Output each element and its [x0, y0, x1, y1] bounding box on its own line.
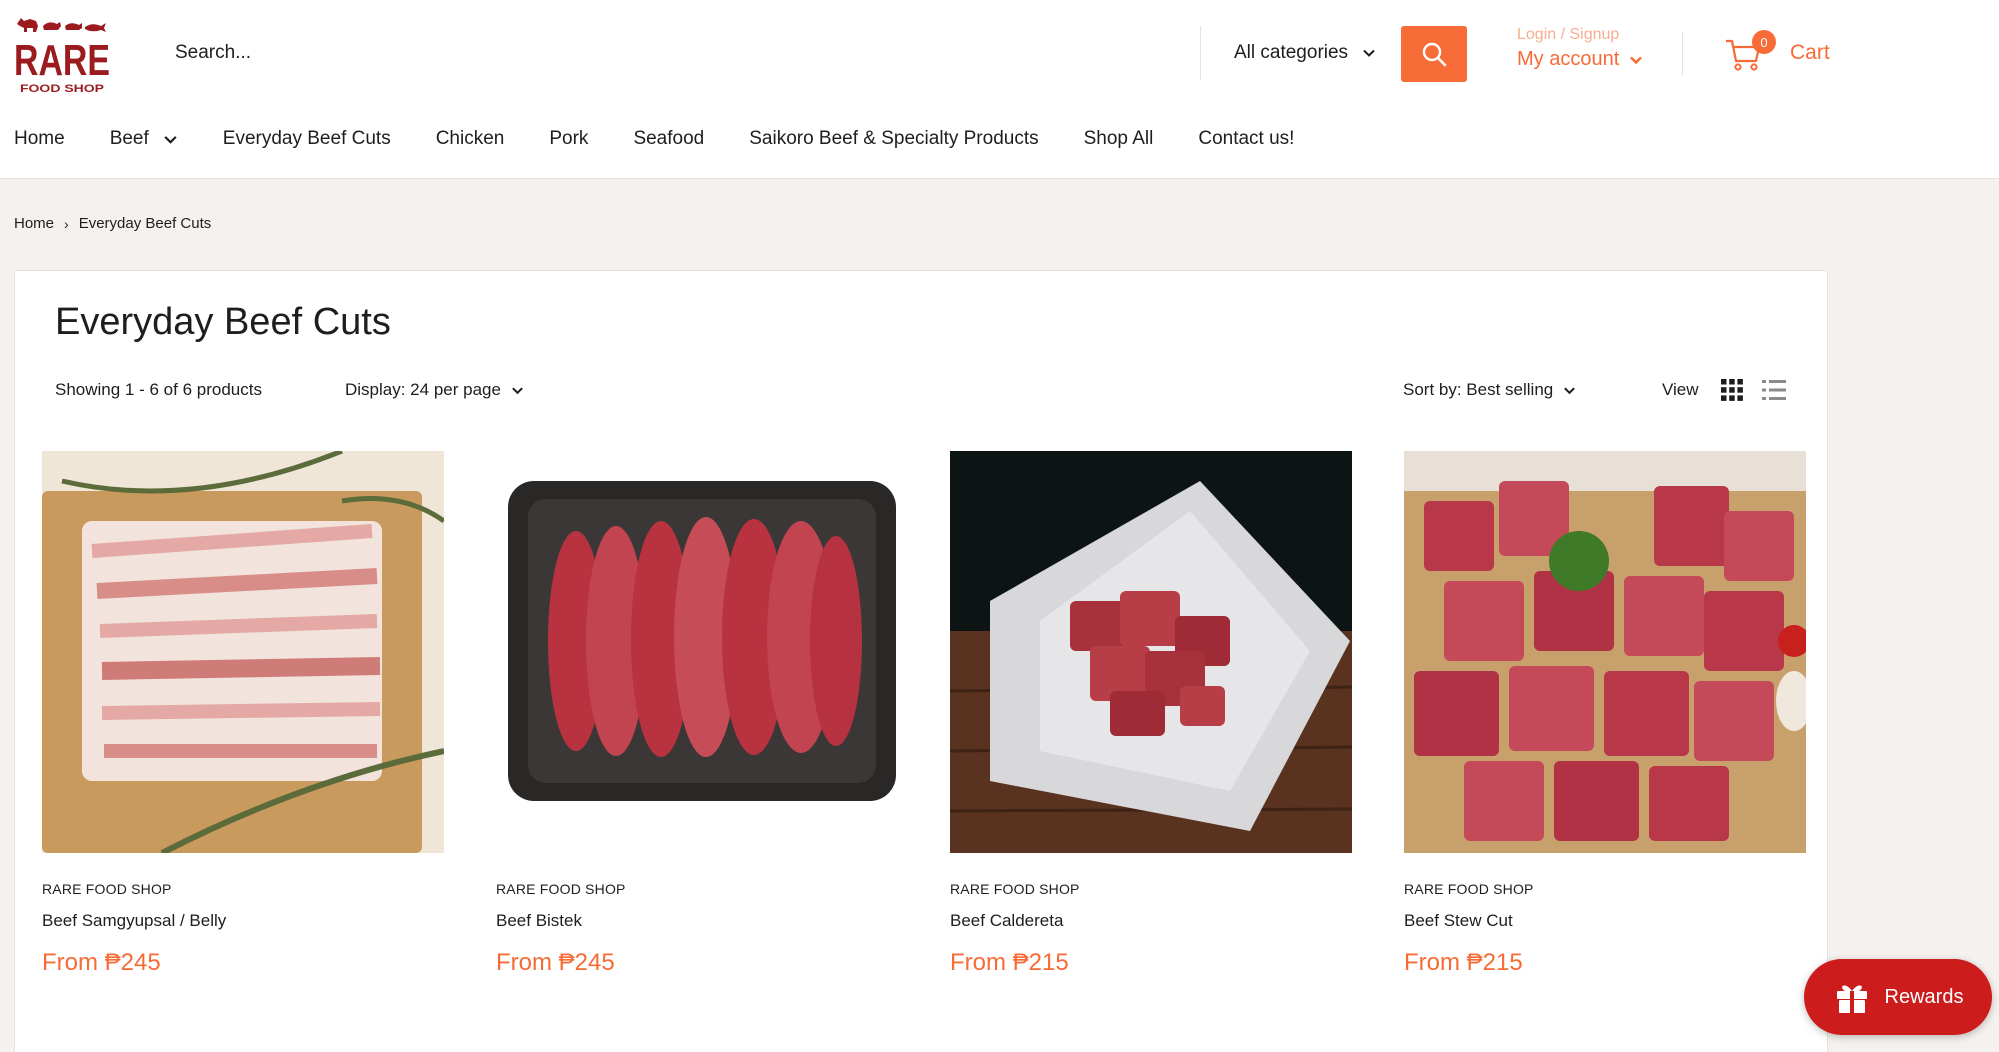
nav-item-seafood[interactable]: Seafood	[633, 128, 704, 150]
display-per-page-select[interactable]: Display: 24 per page	[345, 380, 524, 400]
product-name[interactable]: Beef Samgyupsal / Belly	[42, 911, 444, 931]
account-menu[interactable]: Login / Signup My account	[1517, 26, 1677, 82]
account-divider	[1682, 32, 1683, 76]
collection-toolbar: Showing 1 - 6 of 6 products Display: 24 …	[55, 377, 1795, 405]
breadcrumb: Home › Everyday Beef Cuts	[14, 215, 211, 232]
chevron-down-icon	[164, 135, 177, 144]
logo-brand-text: RARE	[14, 36, 110, 85]
product-card[interactable]: RARE FOOD SHOP Beef Samgyupsal / Belly F…	[42, 451, 444, 977]
chevron-down-icon	[1630, 56, 1643, 64]
gift-icon	[1836, 985, 1867, 1013]
search-divider	[1200, 26, 1201, 80]
category-select-label: All categories	[1234, 42, 1349, 63]
chevron-down-icon	[512, 386, 523, 394]
product-card[interactable]: RARE FOOD SHOP Beef Caldereta From ₱215	[950, 451, 1352, 977]
product-grid: RARE FOOD SHOP Beef Samgyupsal / Belly F…	[42, 451, 1806, 1011]
nav-item-beef-label: Beef	[109, 128, 149, 149]
product-count-text: Showing 1 - 6 of 6 products	[55, 380, 262, 399]
product-image-beef-samgyupsal[interactable]	[42, 451, 444, 853]
view-label: View	[1662, 380, 1699, 399]
page-title: Everyday Beef Cuts	[55, 301, 391, 343]
nav-item-saikoro-beef[interactable]: Saikoro Beef & Specialty Products	[749, 128, 1038, 150]
product-price: From ₱245	[496, 949, 615, 976]
main-nav: Home Beef Everyday Beef Cuts Chicken Por…	[14, 124, 1339, 154]
nav-item-contact-us[interactable]: Contact us!	[1198, 128, 1294, 150]
product-price: From ₱215	[950, 949, 1069, 976]
chevron-down-icon	[1564, 386, 1576, 394]
product-price: From ₱245	[42, 949, 161, 976]
cart-link[interactable]: 0 Cart	[1724, 30, 1844, 76]
nav-item-everyday-beef-cuts[interactable]: Everyday Beef Cuts	[223, 128, 391, 150]
nav-item-shop-all[interactable]: Shop All	[1084, 128, 1154, 150]
product-vendor: RARE FOOD SHOP	[1404, 881, 1534, 897]
product-vendor: RARE FOOD SHOP	[950, 881, 1080, 897]
nav-item-pork[interactable]: Pork	[549, 128, 588, 150]
site-header: RARE FOOD SHOP All categories Login / Si…	[0, 0, 1999, 179]
sort-by-label: Sort by: Best selling	[1403, 380, 1554, 399]
logo-sub-text: FOOD SHOP	[20, 83, 104, 94]
login-signup-link[interactable]: Login / Signup	[1517, 26, 1677, 44]
my-account-label: My account	[1517, 48, 1620, 70]
breadcrumb-separator: ›	[64, 215, 69, 232]
display-per-page-label: Display: 24 per page	[345, 380, 501, 399]
product-image-beef-bistek[interactable]	[496, 451, 898, 853]
product-name[interactable]: Beef Stew Cut	[1404, 911, 1806, 931]
search-button[interactable]	[1401, 26, 1467, 82]
nav-item-home[interactable]: Home	[14, 128, 65, 150]
rare-food-shop-logo[interactable]: RARE FOOD SHOP	[13, 10, 113, 95]
product-vendor: RARE FOOD SHOP	[496, 881, 626, 897]
product-name[interactable]: Beef Caldereta	[950, 911, 1352, 931]
nav-item-chicken[interactable]: Chicken	[436, 128, 505, 150]
product-price: From ₱215	[1404, 949, 1523, 976]
breadcrumb-home-link[interactable]: Home	[14, 215, 54, 232]
search-bar: All categories	[155, 24, 1468, 82]
category-select[interactable]: All categories	[1234, 24, 1384, 82]
cart-icon-wrap: 0	[1724, 30, 1776, 73]
product-card[interactable]: RARE FOOD SHOP Beef Bistek From ₱245	[496, 451, 898, 977]
sort-by-select[interactable]: Sort by: Best selling	[1403, 380, 1576, 400]
product-image-beef-caldereta[interactable]	[950, 451, 1352, 853]
product-name[interactable]: Beef Bistek	[496, 911, 898, 931]
breadcrumb-current: Everyday Beef Cuts	[78, 215, 212, 232]
rewards-launcher-button[interactable]: Rewards	[1804, 959, 1992, 1035]
grid-view-icon[interactable]	[1719, 377, 1745, 403]
nav-item-beef[interactable]: Beef	[110, 128, 178, 150]
my-account-toggle[interactable]: My account	[1517, 48, 1677, 71]
search-icon	[1422, 42, 1447, 67]
product-vendor: RARE FOOD SHOP	[42, 881, 172, 897]
collection-card: Everyday Beef Cuts Showing 1 - 6 of 6 pr…	[14, 270, 1828, 1052]
cart-count-badge: 0	[1752, 30, 1776, 54]
rewards-label: Rewards	[1884, 985, 1964, 1008]
product-card[interactable]: RARE FOOD SHOP Beef Stew Cut From ₱215	[1404, 451, 1806, 977]
list-view-icon[interactable]	[1761, 377, 1787, 403]
product-image-beef-stew-cut[interactable]	[1404, 451, 1806, 853]
chevron-down-icon	[1363, 49, 1375, 57]
cart-label: Cart	[1790, 41, 1830, 64]
search-input[interactable]	[155, 24, 1198, 82]
